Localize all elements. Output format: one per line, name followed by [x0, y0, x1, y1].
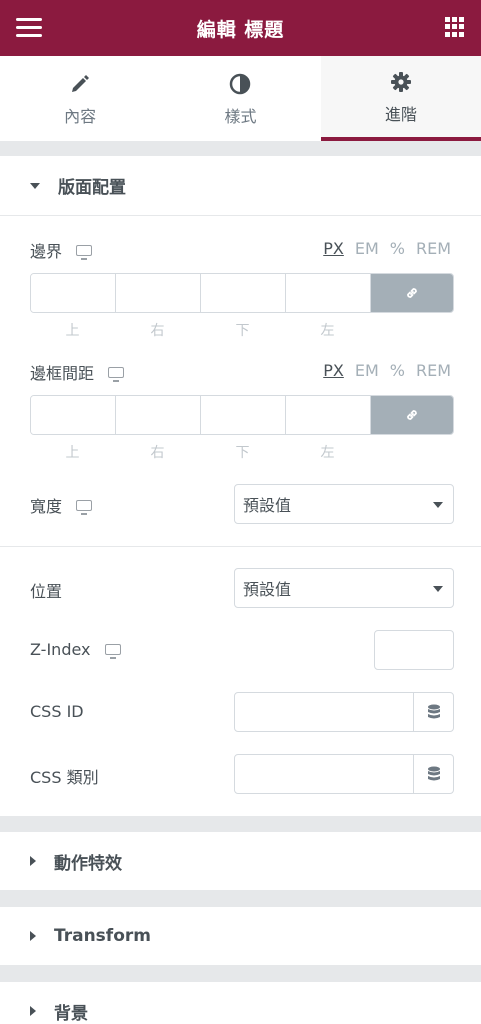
width-select-value: 預設值: [243, 496, 292, 515]
css-class-label-text: CSS 類別: [30, 768, 99, 787]
divider: [0, 546, 481, 547]
unit-percent[interactable]: %: [390, 361, 405, 380]
padding-dimensions: [30, 395, 454, 435]
unit-px[interactable]: PX: [323, 361, 344, 380]
section-header-motion-effects[interactable]: 動作特效: [0, 832, 481, 890]
unit-rem[interactable]: REM: [416, 239, 451, 258]
unit-px[interactable]: PX: [323, 239, 344, 258]
layout-panel: 版面配置 邊界 PX EM % REM 上 右 下 左 邊框間距 PX EM %…: [0, 156, 481, 816]
gear-icon: [390, 69, 412, 95]
database-icon: [427, 766, 440, 781]
position-select-value: 預設值: [243, 580, 292, 599]
unit-em[interactable]: EM: [355, 361, 379, 380]
padding-left-input[interactable]: [286, 396, 371, 434]
chevron-down-icon: [433, 586, 443, 592]
link-icon: [407, 288, 417, 298]
section-title: 動作特效: [54, 853, 122, 874]
css-id-field[interactable]: [235, 693, 413, 731]
caret-right-icon: [30, 856, 36, 866]
margin-units: PX EM % REM: [323, 239, 451, 258]
caret-right-icon: [30, 931, 36, 941]
margin-top-input[interactable]: [31, 274, 116, 312]
caret-right-icon: [30, 1006, 36, 1016]
chevron-down-icon: [433, 502, 443, 508]
unit-percent[interactable]: %: [390, 239, 405, 258]
margin-label-text: 邊界: [30, 242, 63, 261]
padding-bottom-input[interactable]: [201, 396, 286, 434]
css-class-field[interactable]: [235, 755, 413, 793]
editor-tabs: 內容 樣式 進階: [0, 56, 481, 142]
side-label-right: 右: [150, 445, 165, 461]
side-label-bottom: 下: [235, 323, 250, 339]
unit-rem[interactable]: REM: [416, 361, 451, 380]
tab-advanced[interactable]: 進階: [320, 56, 481, 141]
padding-units: PX EM % REM: [323, 361, 451, 380]
database-icon: [427, 704, 440, 719]
side-label-right: 右: [150, 323, 165, 339]
width-label: 寬度: [30, 493, 93, 517]
margin-side-labels: 上 右 下 左: [30, 320, 370, 340]
caret-down-icon: [30, 182, 40, 189]
zindex-label-text: Z-Index: [30, 640, 91, 659]
dynamic-tags-button[interactable]: [413, 755, 453, 793]
section-header-layout[interactable]: 版面配置: [0, 156, 481, 216]
dynamic-tags-button[interactable]: [413, 693, 453, 731]
link-values-button[interactable]: [371, 396, 453, 434]
tab-style[interactable]: 樣式: [160, 56, 320, 141]
desktop-icon[interactable]: [76, 499, 93, 515]
tab-advanced-label: 進階: [384, 104, 417, 124]
position-label-text: 位置: [30, 582, 63, 601]
panel-title: 編輯 標題: [196, 18, 285, 41]
padding-label-text: 邊框間距: [30, 364, 95, 383]
position-select[interactable]: 預設值: [234, 568, 454, 608]
section-title: Transform: [54, 926, 151, 946]
margin-bottom-input[interactable]: [201, 274, 286, 312]
tab-content-label: 內容: [64, 106, 97, 126]
link-values-button[interactable]: [371, 274, 453, 312]
margin-right-input[interactable]: [116, 274, 201, 312]
css-class-input: [234, 754, 454, 794]
desktop-icon[interactable]: [76, 244, 93, 260]
zindex-input[interactable]: [374, 630, 454, 670]
padding-side-labels: 上 右 下 左: [30, 442, 370, 462]
margin-left-input[interactable]: [286, 274, 371, 312]
width-label-text: 寬度: [30, 497, 63, 516]
css-id-label-text: CSS ID: [30, 702, 84, 721]
tab-content[interactable]: 內容: [0, 56, 160, 141]
css-id-label: CSS ID: [30, 702, 84, 721]
side-label-left: 左: [320, 445, 335, 461]
margin-dimensions: [30, 273, 454, 313]
width-select[interactable]: 預設值: [234, 484, 454, 524]
unit-em[interactable]: EM: [355, 239, 379, 258]
desktop-icon[interactable]: [108, 366, 125, 382]
section-header-background[interactable]: 背景: [0, 982, 481, 1024]
section-gap: [0, 142, 481, 156]
link-icon: [407, 410, 417, 420]
position-label: 位置: [30, 578, 62, 602]
margin-label: 邊界: [30, 238, 93, 262]
tab-style-label: 樣式: [224, 106, 257, 126]
widgets-grid-icon[interactable]: [445, 17, 465, 37]
side-label-top: 上: [65, 323, 80, 339]
side-label-top: 上: [65, 445, 80, 461]
side-label-bottom: 下: [235, 445, 250, 461]
editor-header: 編輯 標題: [0, 0, 481, 56]
section-title: 版面配置: [58, 178, 126, 198]
half-circle-icon: [229, 71, 251, 97]
desktop-icon[interactable]: [104, 644, 121, 659]
hamburger-menu-icon[interactable]: [16, 18, 42, 38]
zindex-label: Z-Index: [30, 640, 121, 659]
padding-right-input[interactable]: [116, 396, 201, 434]
section-header-transform[interactable]: Transform: [0, 907, 481, 965]
css-class-label: CSS 類別: [30, 764, 99, 788]
section-title: 背景: [54, 1003, 88, 1024]
side-label-left: 左: [320, 323, 335, 339]
css-id-input: [234, 692, 454, 732]
pencil-icon: [70, 71, 90, 97]
padding-label: 邊框間距: [30, 360, 125, 384]
padding-top-input[interactable]: [31, 396, 116, 434]
